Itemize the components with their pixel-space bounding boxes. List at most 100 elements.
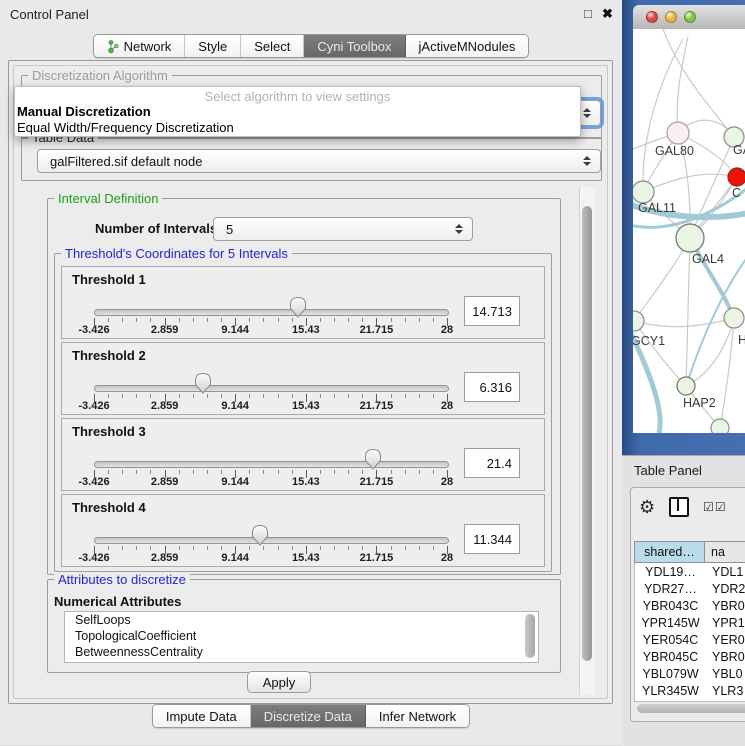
- columns-icon[interactable]: [669, 497, 689, 517]
- axis-tick: [122, 318, 123, 322]
- network-graph[interactable]: GAL80GACGAL11GAL4GCY1HHAP2: [633, 29, 745, 433]
- threshold-slider-track[interactable]: [94, 309, 449, 316]
- axis-tick: [263, 546, 264, 550]
- axis-tick: [405, 470, 406, 474]
- settings-scrollbar-thumb[interactable]: [582, 206, 592, 661]
- algorithm-option[interactable]: Equal Width/Frequency Discretization: [17, 120, 234, 135]
- axis-tick-label: 2.859: [151, 552, 179, 564]
- network-node-gal4[interactable]: [676, 224, 704, 252]
- tab-cyni-toolbox[interactable]: Cyni Toolbox: [304, 35, 405, 57]
- network-window-titlebar[interactable]: [633, 5, 745, 30]
- threshold-slider-handle[interactable]: [364, 448, 382, 471]
- network-node-gal80[interactable]: [667, 122, 689, 144]
- table-row[interactable]: YIL052CYIL0: [635, 699, 745, 702]
- threshold-value-field[interactable]: 6.316: [464, 372, 520, 402]
- axis-tick: [292, 546, 293, 550]
- float-window-icon[interactable]: □: [584, 6, 592, 21]
- attributes-scrollbar-thumb[interactable]: [525, 614, 535, 658]
- attribute-list-item[interactable]: TopologicalCoefficient: [65, 628, 538, 644]
- tab-style[interactable]: Style: [185, 35, 241, 57]
- tab-label: Select: [254, 39, 290, 54]
- threshold-value-field[interactable]: 21.4: [464, 448, 520, 478]
- gear-icon[interactable]: ⚙: [639, 498, 655, 516]
- network-canvas[interactable]: GAL80GACGAL11GAL4GCY1HHAP2: [633, 29, 745, 433]
- cell-name: YLR3: [706, 684, 745, 698]
- network-node-h[interactable]: [724, 308, 744, 328]
- tab-discretize-data[interactable]: Discretize Data: [251, 705, 366, 727]
- network-edge[interactable]: [686, 238, 690, 386]
- network-node-gal11[interactable]: [633, 181, 654, 203]
- axis-tick: [249, 318, 250, 322]
- axis-tick: [362, 318, 363, 322]
- attribute-list-item[interactable]: BetweennessCentrality: [65, 644, 538, 660]
- close-window-icon[interactable]: [646, 11, 658, 23]
- network-node-c[interactable]: [728, 168, 745, 186]
- top-tab-bar: Network Style Select Cyni Toolbox jActiveMNo…: [0, 34, 622, 58]
- threshold-value-field[interactable]: 11.344: [464, 524, 520, 554]
- axis-tick: [249, 546, 250, 550]
- network-edge[interactable]: [634, 318, 734, 327]
- table-row[interactable]: YBR043CYBR0: [635, 597, 745, 614]
- threshold-slider-handle[interactable]: [289, 296, 307, 319]
- settings-scrollbar[interactable]: [579, 187, 595, 695]
- table-row[interactable]: YDR27…YDR2: [635, 580, 745, 597]
- tab-jactivemnodules[interactable]: jActiveMNodules: [406, 35, 529, 57]
- network-node-hap2[interactable]: [677, 377, 695, 395]
- column-header-shared-name[interactable]: shared…: [634, 541, 705, 563]
- threshold-slider-handle[interactable]: [251, 524, 269, 547]
- column-header-name[interactable]: na: [705, 541, 745, 563]
- axis-tick: [108, 318, 109, 322]
- table-row[interactable]: YDL19…YDL1: [635, 563, 745, 580]
- threshold-slider-track[interactable]: [94, 537, 449, 544]
- apply-button[interactable]: Apply: [247, 671, 311, 693]
- axis-tick: [433, 546, 434, 550]
- axis-tick: [207, 546, 208, 550]
- threshold-slider-handle[interactable]: [194, 372, 212, 395]
- network-node[interactable]: [711, 419, 729, 433]
- network-edge[interactable]: [686, 318, 734, 386]
- table-data-group: Table Data galFiltered.sif default node: [21, 137, 602, 181]
- axis-tick-label: 9.144: [221, 476, 249, 488]
- threshold-value-field[interactable]: 14.713: [464, 296, 520, 326]
- axis-tick-label: 15.43: [292, 324, 320, 336]
- threshold-slider-track[interactable]: [94, 461, 449, 468]
- close-panel-icon[interactable]: ✖: [602, 6, 613, 22]
- tab-infer-network[interactable]: Infer Network: [366, 705, 469, 727]
- table-row[interactable]: YBL079WYBL0: [635, 665, 745, 682]
- axis-tick: [391, 470, 392, 474]
- network-node-label: GAL11: [638, 201, 676, 215]
- cell-shared-name: YER054C: [635, 633, 706, 647]
- control-panel-titlebar: Control Panel □ ✖: [0, 0, 622, 30]
- network-edge[interactable]: [677, 37, 688, 133]
- threshold-panel: Threshold 3-3.4262.8599.14415.4321.71528…: [61, 418, 545, 491]
- network-node-gcy1[interactable]: [633, 311, 644, 331]
- table-row[interactable]: YER054CYER0: [635, 631, 745, 648]
- tab-network[interactable]: Network: [94, 35, 186, 57]
- minimize-window-icon[interactable]: [665, 11, 677, 23]
- tab-select[interactable]: Select: [241, 35, 304, 57]
- table-row[interactable]: YLR345WYLR3: [635, 682, 745, 699]
- numerical-attributes-list[interactable]: SelfLoopsTopologicalCoefficientBetweenne…: [64, 611, 539, 663]
- attribute-list-item[interactable]: SelfLoops: [65, 612, 538, 628]
- tab-label: Style: [198, 39, 227, 54]
- threshold-label: Threshold 3: [72, 424, 146, 439]
- tab-impute-data[interactable]: Impute Data: [153, 705, 251, 727]
- table-row[interactable]: YPR145WYPR1: [635, 614, 745, 631]
- table-hscrollbar-thumb[interactable]: [637, 704, 745, 713]
- network-edge[interactable]: [643, 174, 737, 192]
- zoom-window-icon[interactable]: [684, 11, 696, 23]
- axis-tick: [221, 318, 222, 322]
- axis-tick-label: 28: [441, 552, 453, 564]
- network-edge[interactable]: [634, 238, 690, 321]
- table-data-select[interactable]: galFiltered.sif default node: [37, 149, 601, 173]
- axis-tick: [320, 394, 321, 398]
- select-columns-icon[interactable]: ☑☑: [703, 500, 727, 514]
- threshold-slider-track[interactable]: [94, 385, 449, 392]
- axis-tick-label: 28: [441, 476, 453, 488]
- number-of-intervals-value: 5: [226, 222, 233, 237]
- algorithm-option[interactable]: Manual Discretization: [17, 104, 151, 119]
- tab-label: Cyni Toolbox: [317, 39, 391, 54]
- number-of-intervals-select[interactable]: 5: [213, 217, 473, 241]
- table-row[interactable]: YBR045CYBR0: [635, 648, 745, 665]
- network-edge[interactable]: [720, 318, 734, 428]
